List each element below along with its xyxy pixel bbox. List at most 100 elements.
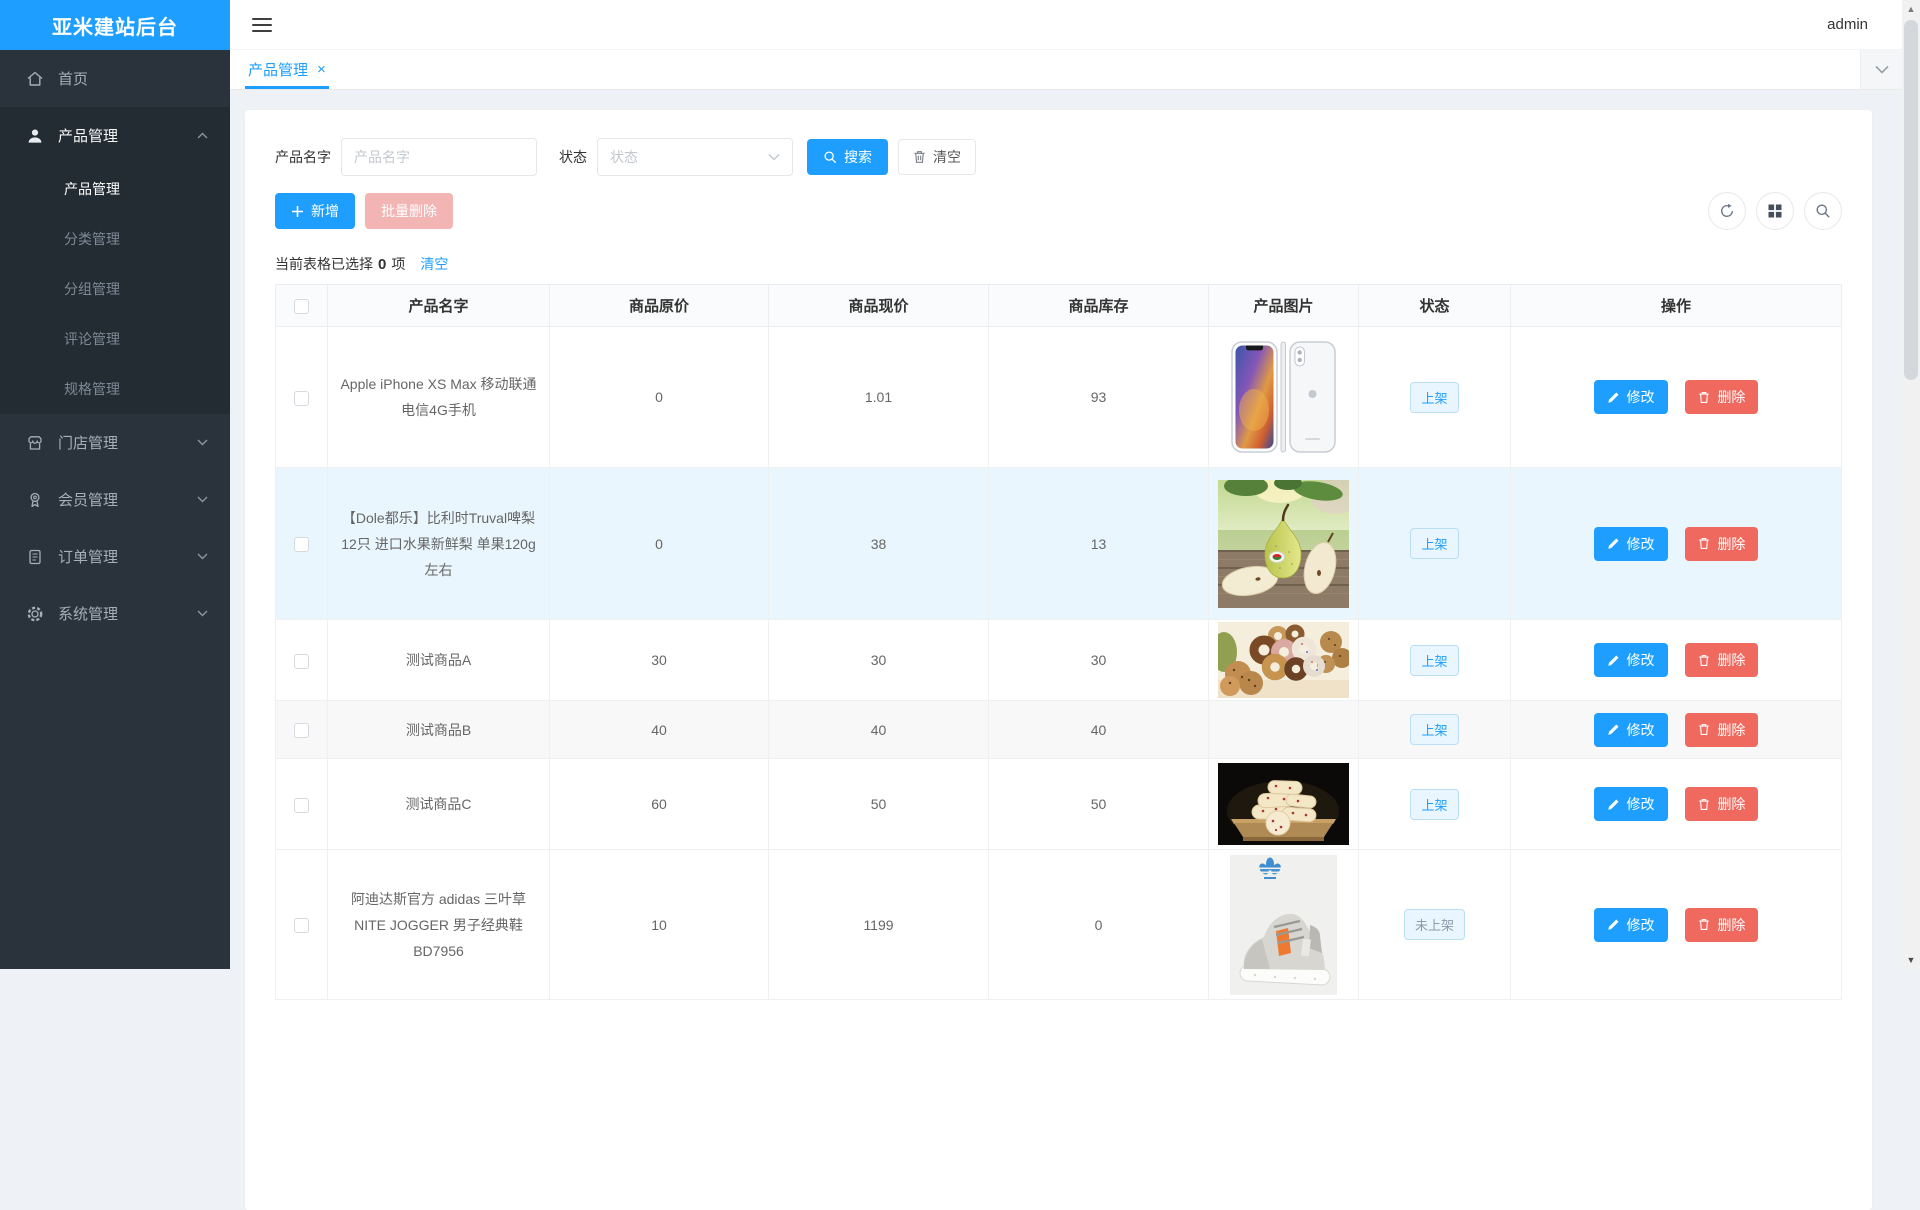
sidebar-subitem-label: 产品管理 [64, 179, 120, 199]
pencil-icon [1607, 654, 1620, 667]
trash-icon [1698, 918, 1710, 931]
clear-selection-link[interactable]: 清空 [420, 254, 448, 274]
sidebar-item-system[interactable]: 系统管理 [0, 585, 230, 642]
sidebar-item-label: 系统管理 [58, 603, 118, 624]
search-icon [1815, 203, 1831, 219]
pencil-icon [1607, 918, 1620, 931]
trash-icon [1698, 537, 1710, 550]
tab-label: 产品管理 [248, 59, 308, 80]
delete-button[interactable]: 删除 [1685, 527, 1758, 561]
delete-button[interactable]: 删除 [1685, 380, 1758, 414]
tab-close-icon[interactable]: × [317, 61, 326, 78]
product-image-iphone-xs-max [1225, 338, 1343, 456]
scrollbar-thumb[interactable] [1904, 20, 1918, 380]
sidebar-subitem-label: 评论管理 [64, 329, 120, 349]
tab-bar: 产品管理 × [230, 50, 1902, 90]
product-name-cell: 【Dole都乐】比利时Truval啤梨12只 进口水果新鲜梨 单果120g左右 [328, 468, 550, 620]
product-name-input[interactable] [341, 138, 537, 176]
topbar: admin [230, 0, 1902, 50]
sidebar-item-label: 会员管理 [58, 489, 118, 510]
status-select[interactable]: 状态 [597, 138, 793, 176]
row-checkbox[interactable] [294, 723, 309, 738]
sidebar-item-order[interactable]: 订单管理 [0, 528, 230, 585]
add-product-button[interactable]: 新增 [275, 193, 355, 229]
edit-button[interactable]: 修改 [1594, 908, 1668, 942]
product-image-pears [1218, 480, 1349, 608]
menu-toggle-button[interactable] [252, 18, 272, 32]
page-scrollbar[interactable]: ▲ ▼ [1902, 0, 1920, 969]
search-button-label: 搜索 [844, 147, 872, 167]
sidebar-item-product[interactable]: 产品管理 [0, 107, 230, 164]
chevron-down-icon [768, 153, 780, 161]
row-checkbox[interactable] [294, 537, 309, 552]
sidebar-subitem-label: 规格管理 [64, 379, 120, 399]
table-row: 测试商品A 30 30 30 [276, 620, 1842, 701]
status-badge[interactable]: 上架 [1410, 382, 1458, 413]
edit-button[interactable]: 修改 [1594, 713, 1668, 747]
chevron-down-icon [197, 496, 208, 503]
sidebar-subitem-label: 分组管理 [64, 279, 120, 299]
sidebar: 亚米建站后台 首页 产品管理 产品管理 分类管理 分组管理 评论管理 规格管理 … [0, 0, 230, 969]
clear-filters-button[interactable]: 清空 [898, 139, 976, 175]
scroll-down-arrow[interactable]: ▼ [1902, 951, 1920, 969]
row-checkbox[interactable] [294, 918, 309, 933]
product-name-cell: 测试商品B [328, 701, 550, 759]
home-icon [26, 70, 44, 88]
table-row: Apple iPhone XS Max 移动联通电信4G手机 0 1.01 93 [276, 327, 1842, 468]
status-badge[interactable]: 上架 [1410, 528, 1458, 559]
sidebar-item-member[interactable]: 会员管理 [0, 471, 230, 528]
delete-button[interactable]: 删除 [1685, 787, 1758, 821]
sidebar-subitem-group[interactable]: 分组管理 [0, 264, 230, 314]
tab-product-management[interactable]: 产品管理 × [245, 50, 329, 89]
columns-button[interactable] [1756, 192, 1794, 230]
sidebar-item-store[interactable]: 门店管理 [0, 414, 230, 471]
sidebar-item-home[interactable]: 首页 [0, 50, 230, 107]
edit-button[interactable]: 修改 [1594, 643, 1668, 677]
sidebar-subitem-spec[interactable]: 规格管理 [0, 364, 230, 414]
column-header: 产品图片 [1209, 285, 1359, 327]
edit-button-label: 修改 [1627, 387, 1655, 407]
delete-button[interactable]: 删除 [1685, 908, 1758, 942]
table-row: 【Dole都乐】比利时Truval啤梨12只 进口水果新鲜梨 单果120g左右 … [276, 468, 1842, 620]
edit-button[interactable]: 修改 [1594, 380, 1668, 414]
delete-button[interactable]: 删除 [1685, 643, 1758, 677]
batch-delete-button[interactable]: 批量删除 [365, 193, 453, 229]
status-badge[interactable]: 上架 [1410, 714, 1458, 745]
status-badge[interactable]: 未上架 [1404, 909, 1465, 940]
sidebar-subitem-comment[interactable]: 评论管理 [0, 314, 230, 364]
delete-button[interactable]: 删除 [1685, 713, 1758, 747]
batch-delete-label: 批量删除 [381, 201, 437, 221]
current-price-cell: 1.01 [769, 327, 989, 468]
table-row: 测试商品B 40 40 40 上架 修改 删除 [276, 701, 1842, 759]
sidebar-item-label: 订单管理 [58, 546, 118, 567]
row-checkbox[interactable] [294, 654, 309, 669]
status-badge[interactable]: 上架 [1410, 645, 1458, 676]
current-price-cell: 50 [769, 759, 989, 850]
stock-cell: 93 [989, 327, 1209, 468]
row-checkbox[interactable] [294, 391, 309, 406]
user-menu[interactable]: admin [1821, 16, 1874, 33]
current-price-cell: 40 [769, 701, 989, 759]
search-button[interactable]: 搜索 [807, 139, 888, 175]
edit-button[interactable]: 修改 [1594, 527, 1668, 561]
sidebar-subitem-product[interactable]: 产品管理 [0, 164, 230, 214]
select-all-checkbox[interactable] [294, 299, 309, 314]
refresh-button[interactable] [1708, 192, 1746, 230]
status-badge[interactable]: 上架 [1410, 789, 1458, 820]
tab-dropdown-button[interactable] [1860, 50, 1902, 89]
selection-info: 当前表格已选择 0 项 清空 [275, 254, 1842, 274]
table-header-row: 产品名字 商品原价 商品现价 商品库存 产品图片 状态 操作 [276, 285, 1842, 327]
sidebar-subitem-category[interactable]: 分类管理 [0, 214, 230, 264]
pencil-icon [1607, 723, 1620, 736]
gear-icon [26, 605, 44, 623]
column-header: 操作 [1511, 285, 1842, 327]
product-name-cell: 阿迪达斯官方 adidas 三叶草 NITE JOGGER 男子经典鞋BD795… [328, 850, 550, 1000]
current-price-cell: 38 [769, 468, 989, 620]
search-toggle-button[interactable] [1804, 192, 1842, 230]
edit-button-label: 修改 [1627, 794, 1655, 814]
pencil-icon [1607, 391, 1620, 404]
scroll-up-arrow[interactable]: ▲ [1902, 0, 1920, 18]
row-checkbox[interactable] [294, 798, 309, 813]
stock-cell: 40 [989, 701, 1209, 759]
edit-button[interactable]: 修改 [1594, 787, 1668, 821]
